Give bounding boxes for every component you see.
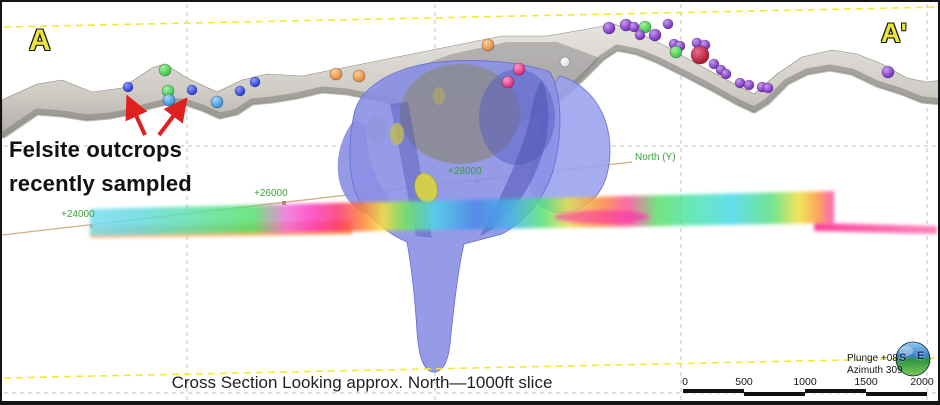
annotation-text-line2: recently sampled [9,171,192,197]
collar-point-white [560,57,570,67]
collar-point-magenta [513,63,525,75]
cross-section-figure: A A' Felsite outcrops recently sampled +… [0,0,940,405]
section-label-a: A [29,24,51,58]
collar-point-magenta [502,76,514,88]
scale-label-0: 0 [682,376,688,388]
collar-point-purple [603,22,615,34]
collar-point-purple [663,19,673,29]
scale-label-2000: 2000 [910,376,933,388]
collar-point-orange [482,39,494,51]
annotation-text-line1: Felsite outcrops [9,137,182,163]
collar-point-purple [882,66,894,78]
collar-point-crimson [691,46,709,64]
section-label-a-prime: A' [881,18,907,49]
collar-point-green [159,64,171,76]
scale-bar [683,389,927,396]
axis-tick-26000: +26000 [254,188,288,199]
collar-point-lightblue [211,96,223,108]
scale-label-1500: 1500 [854,376,877,388]
collar-point-lightblue [163,94,175,106]
collar-point-blue [123,82,133,92]
collar-point-purple [649,29,661,41]
scene-canvas [2,2,940,405]
collar-point-blue [250,77,260,87]
collar-point-purple [735,78,745,88]
globe-east-letter: E [917,350,924,362]
figure-caption: Cross Section Looking approx. North—1000… [132,373,592,393]
scale-label-500: 500 [735,376,753,388]
collar-point-purple [635,30,645,40]
globe-south-letter: S [899,352,906,364]
collar-point-purple [763,83,773,93]
axis-name-north: North (Y) [635,152,676,163]
collar-point-blue [235,86,245,96]
collar-point-orange [353,70,365,82]
axis-tick-24000: +24000 [61,209,95,220]
axis-tick-28000: +28000 [448,166,482,177]
scale-label-1000: 1000 [793,376,816,388]
collar-point-purple [721,69,731,79]
collar-point-green [670,46,682,58]
view-plunge-label: Plunge +08 [847,353,898,365]
collar-point-orange [330,68,342,80]
collar-point-purple [744,80,754,90]
collar-point-blue [187,85,197,95]
